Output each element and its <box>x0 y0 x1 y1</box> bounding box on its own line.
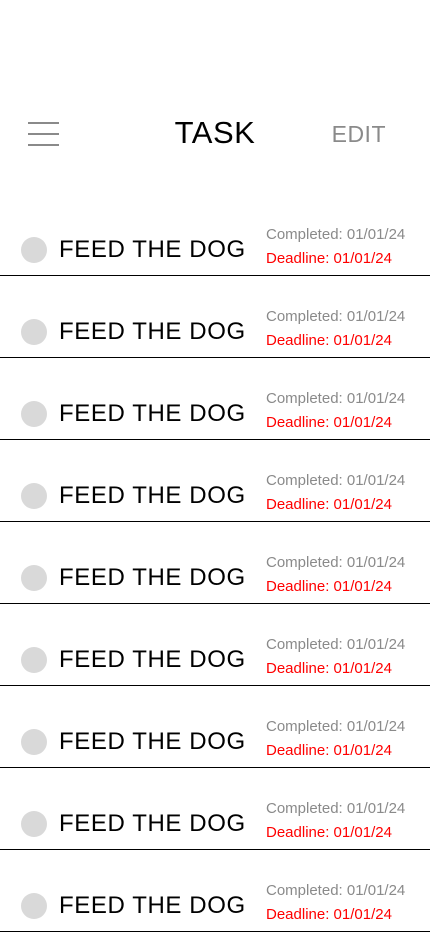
task-completed-date: Completed: 01/01/24 <box>266 554 406 571</box>
task-checkbox[interactable] <box>21 811 47 837</box>
task-checkbox[interactable] <box>21 647 47 673</box>
task-name: FEED THE DOG <box>59 482 246 509</box>
task-row[interactable]: FEED THE DOG Completed: 01/01/24 Deadlin… <box>0 686 430 768</box>
task-row[interactable]: FEED THE DOG Completed: 01/01/24 Deadlin… <box>0 522 430 604</box>
task-row[interactable]: FEED THE DOG Completed: 01/01/24 Deadlin… <box>0 604 430 686</box>
task-deadline-date: Deadline: 01/01/24 <box>266 578 392 595</box>
task-name: FEED THE DOG <box>59 400 246 427</box>
task-completed-date: Completed: 01/01/24 <box>266 636 406 653</box>
task-deadline-date: Deadline: 01/01/24 <box>266 496 392 513</box>
task-row[interactable]: FEED THE DOG Completed: 01/01/24 Deadlin… <box>0 276 430 358</box>
edit-button[interactable]: EDIT <box>332 121 386 148</box>
task-completed-date: Completed: 01/01/24 <box>266 226 406 243</box>
task-row[interactable]: FEED THE DOG Completed: 01/01/24 Deadlin… <box>0 850 430 932</box>
task-deadline-date: Deadline: 01/01/24 <box>266 906 392 923</box>
task-name: FEED THE DOG <box>59 318 246 345</box>
task-completed-date: Completed: 01/01/24 <box>266 882 406 899</box>
task-completed-date: Completed: 01/01/24 <box>266 718 406 735</box>
task-name: FEED THE DOG <box>59 728 246 755</box>
task-row[interactable]: FEED THE DOG Completed: 01/01/24 Deadlin… <box>0 768 430 850</box>
task-deadline-date: Deadline: 01/01/24 <box>266 332 392 349</box>
task-checkbox[interactable] <box>21 483 47 509</box>
task-name: FEED THE DOG <box>59 236 246 263</box>
task-name: FEED THE DOG <box>59 564 246 591</box>
task-list: FEED THE DOG Completed: 01/01/24 Deadlin… <box>0 194 430 932</box>
app-header: TASK EDIT <box>0 108 430 160</box>
task-completed-date: Completed: 01/01/24 <box>266 308 406 325</box>
task-checkbox[interactable] <box>21 729 47 755</box>
task-row[interactable]: FEED THE DOG Completed: 01/01/24 Deadlin… <box>0 194 430 276</box>
task-row[interactable]: FEED THE DOG Completed: 01/01/24 Deadlin… <box>0 358 430 440</box>
task-completed-date: Completed: 01/01/24 <box>266 390 406 407</box>
task-deadline-date: Deadline: 01/01/24 <box>266 250 392 267</box>
task-deadline-date: Deadline: 01/01/24 <box>266 660 392 677</box>
task-completed-date: Completed: 01/01/24 <box>266 800 406 817</box>
task-checkbox[interactable] <box>21 319 47 345</box>
task-deadline-date: Deadline: 01/01/24 <box>266 742 392 759</box>
task-name: FEED THE DOG <box>59 892 246 919</box>
task-name: FEED THE DOG <box>59 810 246 837</box>
task-checkbox[interactable] <box>21 237 47 263</box>
task-deadline-date: Deadline: 01/01/24 <box>266 824 392 841</box>
task-deadline-date: Deadline: 01/01/24 <box>266 414 392 431</box>
task-row[interactable]: FEED THE DOG Completed: 01/01/24 Deadlin… <box>0 440 430 522</box>
task-name: FEED THE DOG <box>59 646 246 673</box>
task-completed-date: Completed: 01/01/24 <box>266 472 406 489</box>
task-checkbox[interactable] <box>21 401 47 427</box>
task-checkbox[interactable] <box>21 565 47 591</box>
task-checkbox[interactable] <box>21 893 47 919</box>
